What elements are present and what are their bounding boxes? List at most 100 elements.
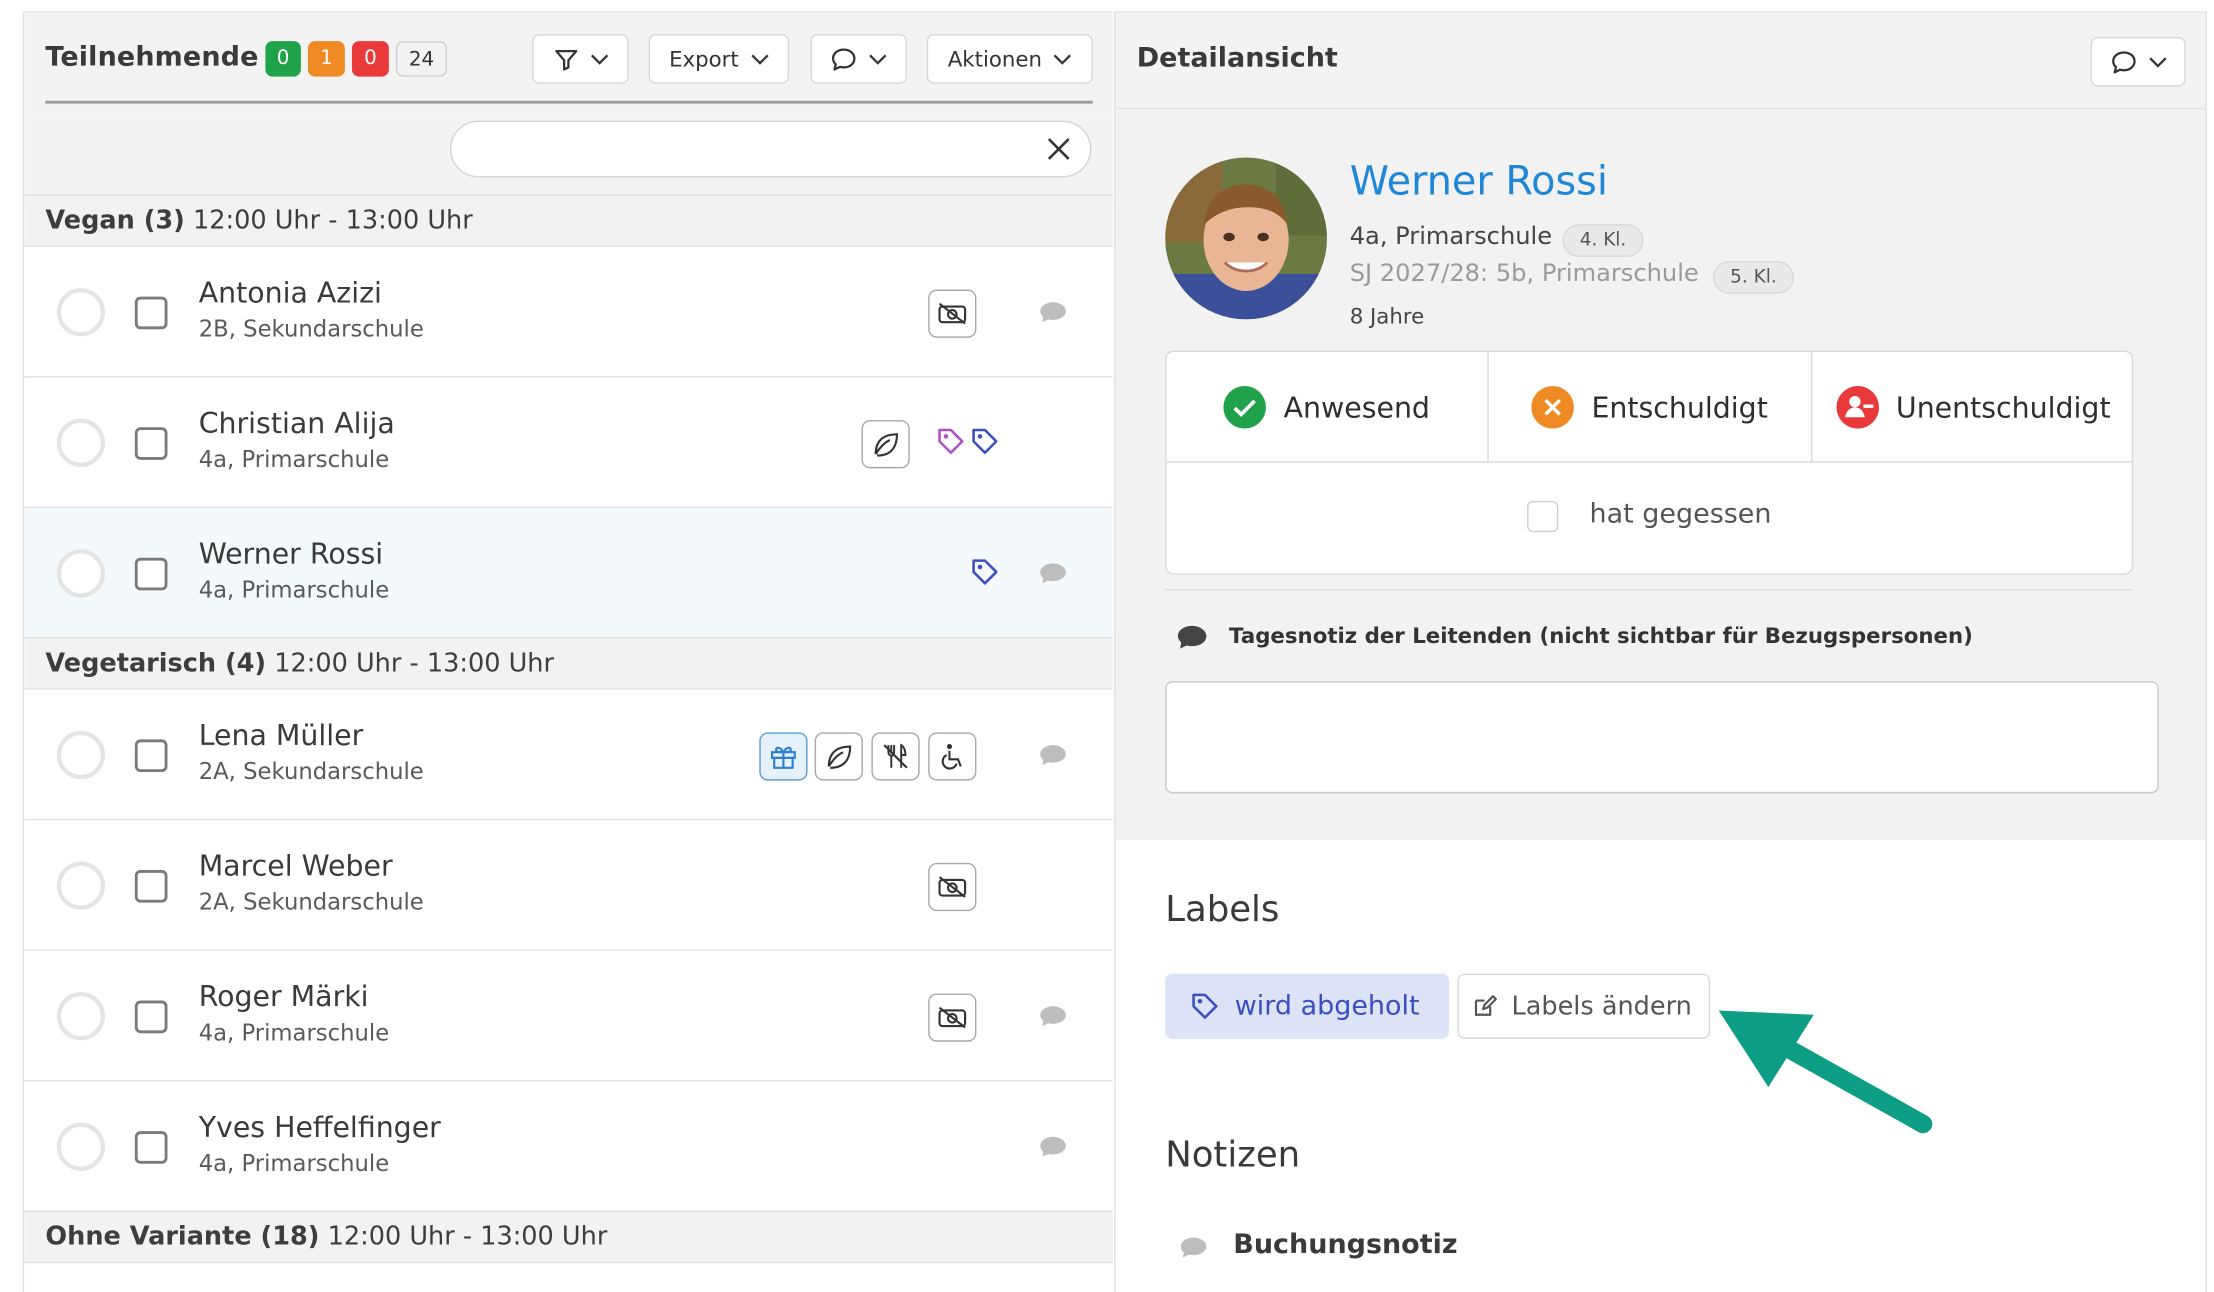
detail-class-text: 4a, Primarschule xyxy=(1349,222,1553,252)
excused-label: Entschuldigt xyxy=(1591,390,1768,425)
export-label: Export xyxy=(669,46,739,72)
select-checkbox[interactable] xyxy=(134,427,168,460)
group-time: 12:00 Uhr - 13:00 Uhr xyxy=(192,205,473,236)
detail-comment-button[interactable] xyxy=(2090,36,2186,87)
export-button[interactable]: Export xyxy=(648,34,790,84)
attendance-radio[interactable] xyxy=(56,418,106,467)
check-circle-icon xyxy=(1223,386,1267,429)
group-name: Ohne Variante (18) xyxy=(45,1221,320,1252)
speech-bubble-icon[interactable] xyxy=(1037,1003,1068,1029)
filter-button[interactable] xyxy=(532,34,629,84)
has-eaten-checkbox[interactable] xyxy=(1527,500,1559,533)
has-eaten-label: hat gegessen xyxy=(1589,498,1772,530)
day-note-input[interactable] xyxy=(1166,682,2158,792)
select-checkbox[interactable] xyxy=(134,296,168,330)
notes-heading: Notizen xyxy=(1165,1133,1301,1176)
participant-name: Roger Märki xyxy=(198,979,369,1014)
header-divider xyxy=(45,100,1093,104)
edit-pencil-icon xyxy=(1472,993,1498,1019)
participant-class: 4a, Primarschule xyxy=(198,1149,390,1177)
participant-name: Christian Alija xyxy=(198,405,395,440)
participant-name: Antonia Azizi xyxy=(198,275,382,310)
search-input[interactable] xyxy=(474,133,1014,165)
participant-name: Marcel Weber xyxy=(198,848,393,883)
no-photo-icon xyxy=(928,289,977,338)
select-checkbox[interactable] xyxy=(134,557,168,591)
participant-class: 2A, Sekundarschule xyxy=(198,757,424,785)
participant-row[interactable]: Christian Alija 4a, Primarschule xyxy=(24,377,1113,509)
participant-name: Yves Heffelfinger xyxy=(198,1109,441,1144)
tag-icon xyxy=(935,426,966,457)
participant-row[interactable]: Lena Müller 2A, Sekundarschule xyxy=(24,689,1113,821)
search-field[interactable] xyxy=(449,120,1092,178)
group-header-vegetarisch: Vegetarisch (4) 12:00 Uhr - 13:00 Uhr xyxy=(24,637,1113,690)
actions-button[interactable]: Aktionen xyxy=(926,34,1093,84)
speech-bubble-icon[interactable] xyxy=(1037,742,1068,768)
avatar xyxy=(1165,157,1327,320)
participant-class: 4a, Primarschule xyxy=(198,576,390,604)
participant-row[interactable]: Marcel Weber 2A, Sekundarschule xyxy=(24,820,1113,951)
attendance-radio[interactable] xyxy=(56,992,106,1041)
select-checkbox[interactable] xyxy=(134,739,168,773)
tag-icon xyxy=(1189,991,1220,1022)
attendance-radio[interactable] xyxy=(56,730,106,780)
chevron-down-icon xyxy=(869,53,887,65)
participant-row[interactable]: Antonia Azizi 2B, Sekundarschule xyxy=(24,246,1113,378)
select-checkbox[interactable] xyxy=(134,869,168,903)
speech-bubble-icon[interactable] xyxy=(1037,561,1068,587)
comment-filter-button[interactable] xyxy=(810,34,907,84)
detail-header: Detailansicht xyxy=(1115,12,2206,110)
x-circle-icon xyxy=(1531,386,1575,429)
participant-class: 2A, Sekundarschule xyxy=(198,888,424,916)
detail-next-year: SJ 2027/28: 5b, Primarschule xyxy=(1349,259,1699,289)
actions-label: Aktionen xyxy=(947,46,1043,72)
attendance-radio[interactable] xyxy=(56,1122,106,1171)
leaf-icon xyxy=(861,420,910,469)
present-button[interactable]: Anwesend xyxy=(1167,351,1489,463)
participants-panel: Teilnehmende 0 1 0 24 Export Aktionen Ve… xyxy=(22,11,1113,1292)
edit-labels-text: Labels ändern xyxy=(1511,991,1692,1022)
unexcused-count-badge: 0 xyxy=(351,41,389,77)
attendance-radio[interactable] xyxy=(56,549,106,598)
speech-bubble-icon[interactable] xyxy=(1037,299,1068,325)
speech-bubble-icon xyxy=(1178,1235,1209,1261)
participant-row-selected[interactable]: Werner Rossi 4a, Primarschule xyxy=(24,508,1113,639)
participant-row[interactable]: Roger Märki 4a, Primarschule xyxy=(24,950,1113,1082)
no-photo-icon xyxy=(928,862,977,912)
grade-badge: 4. Kl. xyxy=(1562,224,1644,257)
wheelchair-icon xyxy=(928,732,977,781)
gift-icon xyxy=(759,732,808,781)
next-grade-badge: 5. Kl. xyxy=(1713,261,1794,294)
participant-row[interactable]: Yves Heffelfinger 4a, Primarschule xyxy=(24,1081,1113,1213)
day-note-label: Tagesnotiz der Leitenden (nicht sichtbar… xyxy=(1229,623,1973,649)
excused-count-badge: 1 xyxy=(307,41,345,77)
attendance-radio[interactable] xyxy=(56,861,106,910)
label-pill: wird abgeholt xyxy=(1165,973,1450,1039)
chevron-down-icon xyxy=(590,53,608,65)
attendance-radio[interactable] xyxy=(56,288,106,337)
label-pill-text: wird abgeholt xyxy=(1234,990,1420,1022)
unexcused-button[interactable]: Unentschuldigt xyxy=(1812,352,2131,463)
user-minus-icon xyxy=(1836,386,1879,429)
present-count-badge: 0 xyxy=(265,41,301,77)
speech-bubble-icon[interactable] xyxy=(1037,1134,1068,1160)
no-photo-icon xyxy=(928,993,977,1042)
detail-name-link[interactable]: Werner Rossi xyxy=(1350,158,1608,205)
tag-icon xyxy=(969,556,1000,587)
day-note-field[interactable] xyxy=(1165,681,2159,794)
group-name: Vegan (3) xyxy=(45,205,185,236)
participant-class: 4a, Primarschule xyxy=(198,1019,390,1046)
booking-note-label: Buchungsnotiz xyxy=(1233,1229,1458,1261)
chevron-down-icon xyxy=(1053,53,1072,65)
detail-class: 4a, Primarschule xyxy=(1350,223,1552,251)
select-checkbox[interactable] xyxy=(134,1131,168,1164)
edit-labels-button[interactable]: Labels ändern xyxy=(1457,973,1711,1039)
select-checkbox[interactable] xyxy=(134,1000,168,1034)
detail-title: Detailansicht xyxy=(1136,42,1338,74)
divider xyxy=(1165,588,2134,591)
chevron-down-icon xyxy=(2148,56,2166,67)
close-x-icon[interactable] xyxy=(1045,135,1073,163)
participant-name: Lena Müller xyxy=(198,718,364,753)
leaf-icon xyxy=(814,732,863,781)
excused-button[interactable]: Entschuldigt xyxy=(1489,351,1813,463)
